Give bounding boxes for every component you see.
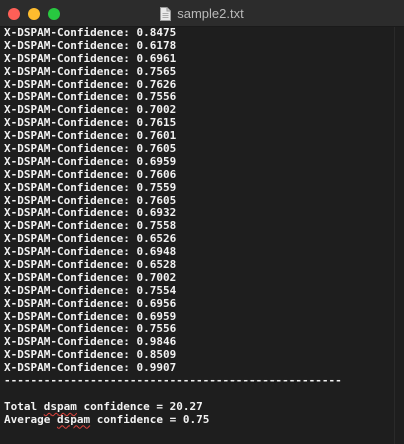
confidence-line: X-DSPAM-Confidence: 0.7565 xyxy=(4,64,177,78)
confidence-line: X-DSPAM-Confidence: 0.6956 xyxy=(4,296,177,310)
confidence-lines: X-DSPAM-Confidence: 0.8475 X-DSPAM-Confid… xyxy=(4,27,394,375)
total-prefix: Total xyxy=(4,399,44,413)
confidence-line: X-DSPAM-Confidence: 0.8475 xyxy=(4,27,177,39)
confidence-line: X-DSPAM-Confidence: 0.7559 xyxy=(4,180,177,194)
spellcheck-word: dspam xyxy=(43,399,77,413)
average-suffix: confidence = 0.75 xyxy=(90,412,210,426)
separator-line: ----------------------------------------… xyxy=(4,375,342,388)
confidence-line: X-DSPAM-Confidence: 0.7002 xyxy=(4,270,177,284)
window-title: sample2.txt xyxy=(177,6,244,21)
text-document-icon xyxy=(160,6,172,21)
confidence-line: X-DSPAM-Confidence: 0.7554 xyxy=(4,283,177,297)
maximize-window-button[interactable] xyxy=(48,8,60,20)
confidence-line: X-DSPAM-Confidence: 0.9907 xyxy=(4,361,177,375)
spellcheck-word: dspam xyxy=(56,412,91,426)
text-content-area[interactable]: X-DSPAM-Confidence: 0.8475 X-DSPAM-Confid… xyxy=(0,27,394,444)
total-suffix: confidence = 20.27 xyxy=(76,399,203,413)
average-prefix: Average xyxy=(4,412,57,426)
minimize-window-button[interactable] xyxy=(28,8,40,20)
average-confidence-line: Average dspam confidence = 0.75 xyxy=(4,412,394,427)
title-bar[interactable]: sample2.txt xyxy=(0,0,404,27)
confidence-line: X-DSPAM-Confidence: 0.6528 xyxy=(4,258,177,272)
confidence-line: X-DSPAM-Confidence: 0.6178 xyxy=(4,38,177,52)
vertical-scrollbar[interactable] xyxy=(394,27,404,444)
confidence-line: X-DSPAM-Confidence: 0.6961 xyxy=(4,51,177,65)
window-title-group: sample2.txt xyxy=(0,0,404,27)
close-window-button[interactable] xyxy=(8,8,20,20)
confidence-line: X-DSPAM-Confidence: 0.7605 xyxy=(4,142,177,156)
text-editor-window: sample2.txt X-DSPAM-Confidence: 0.8475 X-… xyxy=(0,0,404,444)
confidence-line: X-DSPAM-Confidence: 0.6959 xyxy=(4,154,177,168)
confidence-line: X-DSPAM-Confidence: 0.7606 xyxy=(4,167,177,181)
